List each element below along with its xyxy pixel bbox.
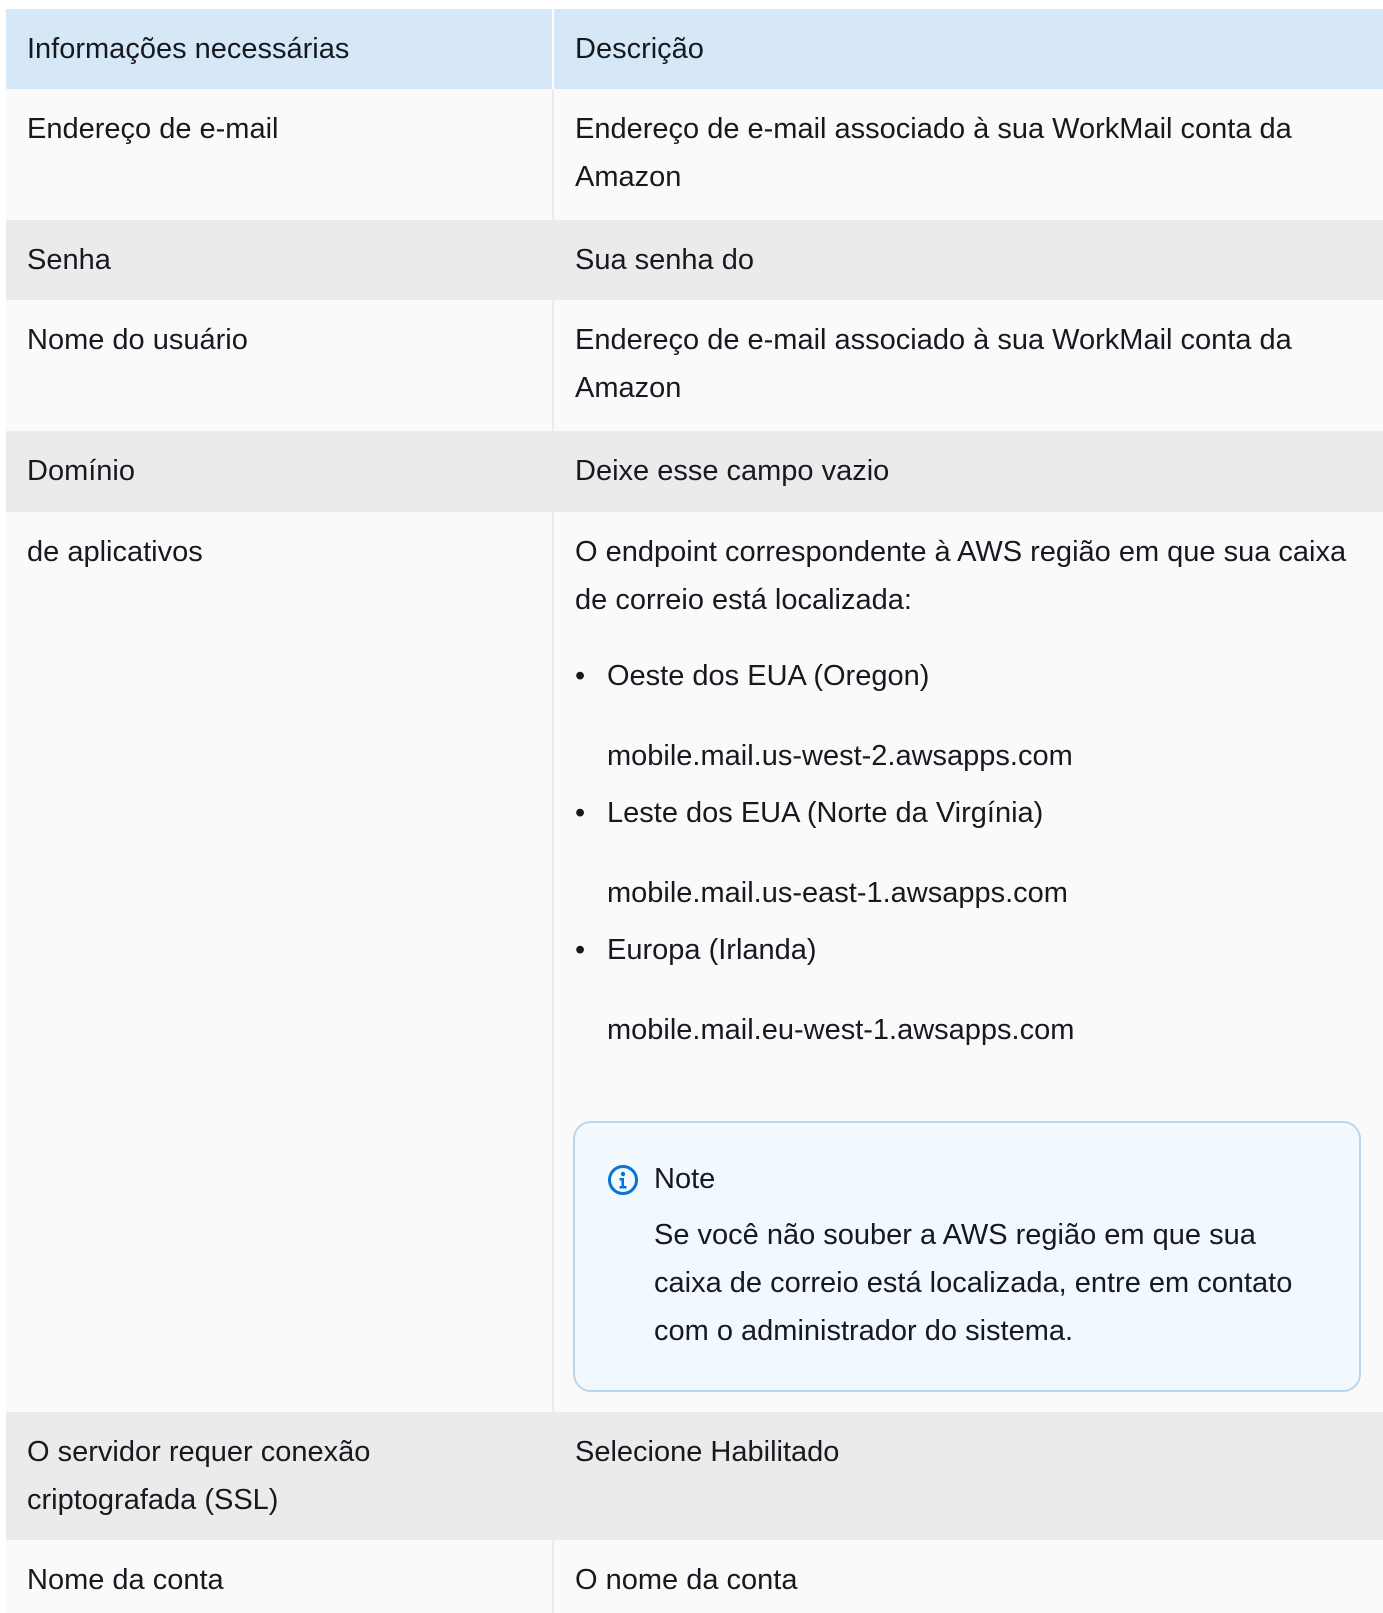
row-description-email: Endereço de e-mail associado à sua WorkM… — [575, 113, 1292, 193]
row-description-server: O endpoint correspondente à AWS região e… — [554, 512, 1383, 1412]
table-row: O servidor requer conexão criptografada … — [6, 1412, 1383, 1540]
bullet-icon: • — [575, 660, 586, 692]
row-label-email: Endereço de e-mail — [6, 89, 554, 220]
note-header: Note — [607, 1155, 1329, 1203]
row-label-domain: Domínio — [6, 431, 554, 512]
column-header-description: Descrição — [575, 33, 704, 65]
bullet-icon: • — [575, 797, 586, 829]
info-icon — [607, 1163, 639, 1195]
row-label-password: Senha — [6, 220, 554, 300]
list-item: • Europa (Irlanda) mobile.mail.eu-west-1… — [575, 926, 1367, 1054]
column-header-required-info: Informações necessárias — [6, 9, 554, 89]
row-description-username: Endereço de e-mail associado à sua WorkM… — [575, 324, 1292, 404]
note-title: Note — [654, 1163, 716, 1195]
row-label-account-name: Nome da conta — [6, 1540, 554, 1613]
note-body: Se você não souber a AWS região em que s… — [654, 1219, 1293, 1347]
row-label-username: Nome do usuário — [6, 300, 554, 431]
table-header-row: Informações necessárias Descrição — [6, 9, 1383, 89]
list-item: • Leste dos EUA (Norte da Virgínia) mobi… — [575, 789, 1367, 917]
row-label-server: de aplicativos — [6, 512, 554, 1412]
table-row: Senha Sua senha do — [6, 220, 1383, 300]
region-name: Oeste dos EUA (Oregon) — [607, 660, 930, 692]
endpoint-intro-text: O endpoint correspondente à AWS região e… — [575, 536, 1347, 616]
row-description-account-name: O nome da conta — [575, 1564, 798, 1596]
bullet-icon: • — [575, 934, 586, 966]
table-row: Nome do usuário Endereço de e-mail assoc… — [6, 300, 1383, 431]
region-endpoint: mobile.mail.us-west-2.awsapps.com — [607, 740, 1073, 772]
row-label-ssl: O servidor requer conexão criptografada … — [6, 1412, 554, 1540]
table-row: Endereço de e-mail Endereço de e-mail as… — [6, 89, 1383, 220]
region-endpoint: mobile.mail.us-east-1.awsapps.com — [607, 877, 1068, 909]
table-row: Domínio Deixe esse campo vazio — [6, 431, 1383, 512]
region-endpoint: mobile.mail.eu-west-1.awsapps.com — [607, 1014, 1075, 1046]
row-description-password: Sua senha do — [575, 244, 754, 276]
region-name: Europa (Irlanda) — [607, 934, 817, 966]
list-item: • Oeste dos EUA (Oregon) mobile.mail.us-… — [575, 652, 1367, 780]
note-callout: Note Se você não souber a AWS região em … — [573, 1121, 1361, 1392]
row-description-domain: Deixe esse campo vazio — [575, 455, 890, 487]
region-name: Leste dos EUA (Norte da Virgínia) — [607, 797, 1044, 829]
region-list: • Oeste dos EUA (Oregon) mobile.mail.us-… — [575, 652, 1367, 1054]
table-row: de aplicativos O endpoint correspondente… — [6, 512, 1383, 1412]
settings-table: Informações necessárias Descrição Endere… — [6, 9, 1383, 1613]
row-description-ssl: Selecione Habilitado — [575, 1436, 840, 1468]
table-row: Nome da conta O nome da conta — [6, 1540, 1383, 1613]
